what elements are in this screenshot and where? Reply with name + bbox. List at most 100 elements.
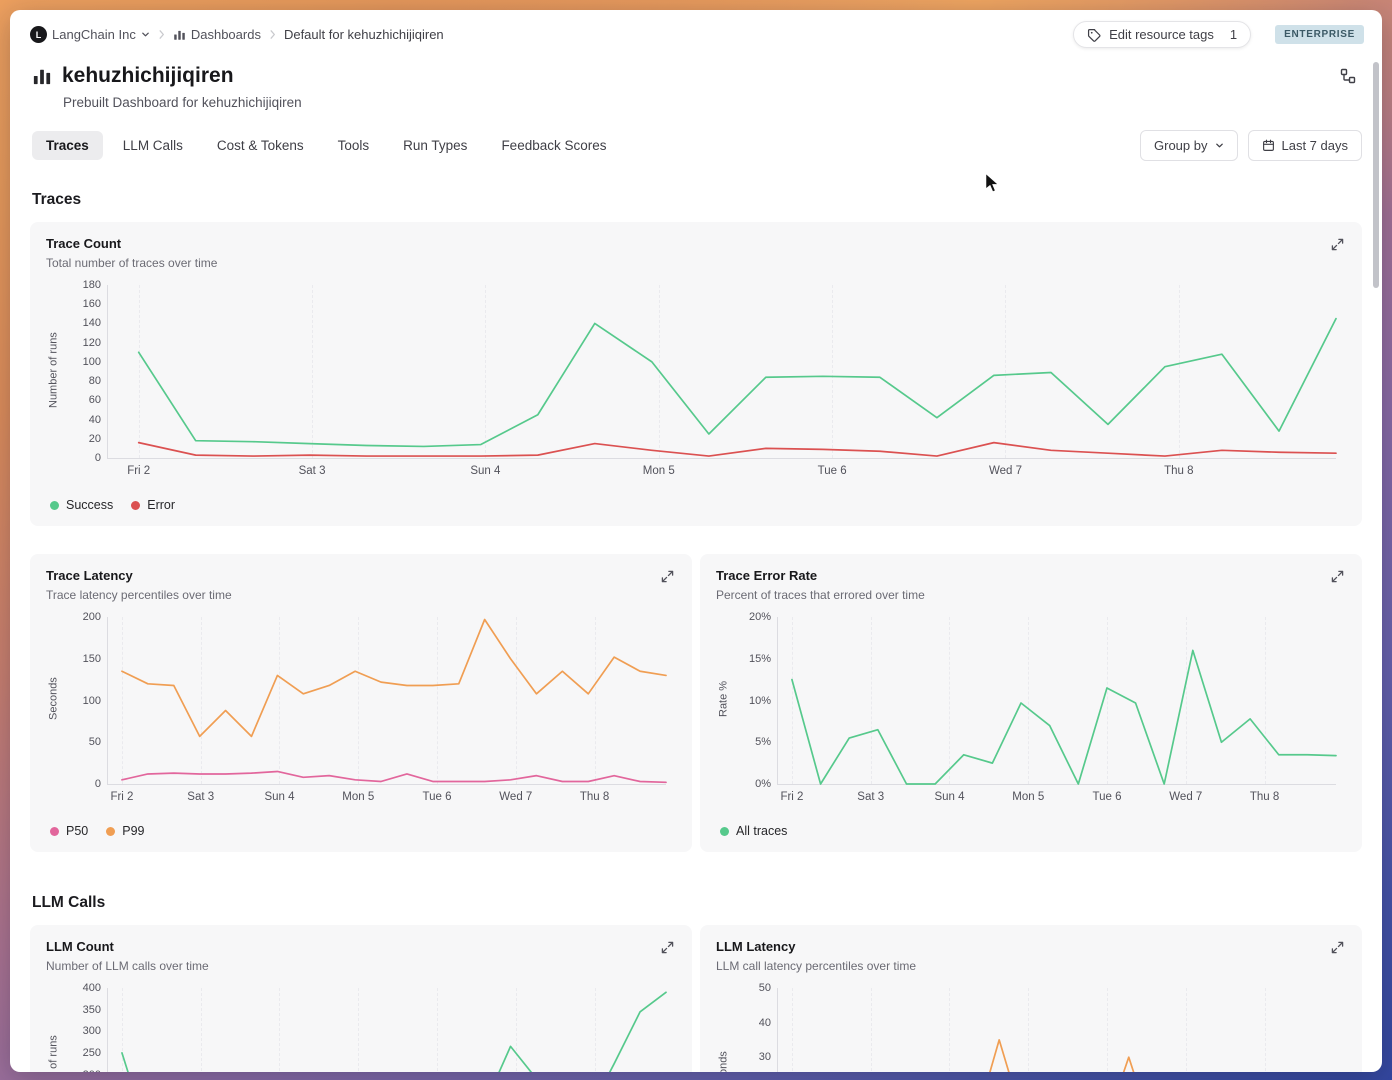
y-tick-label: 20% — [748, 611, 771, 623]
org-name: LangChain Inc — [52, 27, 136, 42]
expand-icon[interactable] — [1329, 568, 1346, 588]
breadcrumb: L LangChain Inc Dashboards Default for k… — [30, 26, 444, 43]
x-tick-label: Mon 5 — [642, 465, 675, 477]
trace-count-chart: Fri 2 Sat 3 Sun 4 Mon 5 Tue 6 Wed 7 Thu 8 0 20 40… — [61, 279, 1346, 486]
legend-dot-icon — [50, 500, 59, 510]
legend-dot-icon — [131, 500, 141, 510]
x-tick-label: Tue 6 — [422, 791, 452, 803]
y-tick-label: 80 — [88, 375, 101, 388]
y-tick-label: 15% — [748, 652, 771, 665]
y-tick-label: 60 — [88, 394, 101, 407]
chart-legend: Success Error — [50, 498, 1346, 512]
group-by-button[interactable]: Group by — [1140, 130, 1238, 161]
y-tick-label: 10% — [748, 694, 771, 707]
legend-dot-icon — [106, 826, 116, 836]
y-tick-label: 0 — [94, 778, 101, 790]
y-tick-label: 300 — [82, 1025, 101, 1038]
chevron-down-icon — [1215, 143, 1223, 148]
breadcrumb-dashboards[interactable]: Dashboards — [173, 27, 261, 42]
legend-label: All traces — [736, 824, 788, 838]
y-tick-label: 150 — [82, 652, 101, 665]
x-tick-label: Thu 8 — [1249, 791, 1280, 803]
org-avatar: L — [30, 26, 47, 43]
legend-item-all-traces[interactable]: All traces — [720, 824, 787, 838]
x-tick-label: Sat 3 — [298, 465, 326, 477]
y-tick-label: 40 — [758, 1016, 771, 1029]
tab-feedback-scores[interactable]: Feedback Scores — [487, 131, 620, 160]
tab-tools[interactable]: Tools — [324, 131, 384, 160]
date-range-button[interactable]: Last 7 days — [1247, 130, 1362, 161]
x-tick-label: Sun 4 — [264, 791, 295, 803]
card-subtitle: Total number of traces over time — [46, 256, 218, 270]
expand-icon[interactable] — [1329, 939, 1346, 959]
y-axis-label: Seconds — [716, 983, 731, 1072]
llm-latency-card: LLM Latency LLM call latency percentiles… — [700, 925, 1362, 1072]
y-axis-label: Rate % — [717, 680, 730, 718]
legend-dot-icon — [50, 826, 59, 836]
card-title: LLM Latency — [716, 939, 796, 954]
legend-item-p99[interactable]: P99 — [106, 824, 145, 838]
y-tick-label: 400 — [82, 982, 101, 994]
y-tick-label: 0 — [94, 452, 101, 464]
legend-dot-icon — [720, 826, 729, 836]
card-subtitle: LLM call latency percentiles over time — [716, 959, 917, 973]
plan-badge: ENTERPRISE — [1275, 25, 1364, 44]
page-title: kehuzhichijiqiren — [62, 64, 234, 87]
x-tick-label: Thu 8 — [579, 791, 610, 803]
bar-chart-icon — [33, 69, 51, 85]
y-tick-label: 40 — [88, 413, 101, 426]
expand-icon[interactable] — [1329, 236, 1346, 256]
y-tick-label: 350 — [82, 1003, 101, 1016]
expand-icon[interactable] — [659, 568, 676, 588]
top-bar: L LangChain Inc Dashboards Default for k… — [10, 10, 1382, 52]
dashboard-icon — [174, 30, 185, 40]
tab-run-types[interactable]: Run Types — [389, 131, 481, 160]
edit-resource-tags-label: Edit resource tags — [1109, 27, 1214, 42]
trace-error-rate-chart: Fri 2 Sat 3 Sun 4 Mon 5 Tue 6 Wed 7 Thu 8 0% 5% 1… — [731, 611, 1346, 812]
x-tick-label: Sat 3 — [857, 791, 885, 803]
x-tick-label: Mon 5 — [342, 791, 375, 803]
y-tick-label: 120 — [82, 336, 101, 349]
y-tick-label: 200 — [82, 611, 101, 623]
trace-latency-chart: Fri 2 Sat 3 Sun 4 Mon 5 Tue 6 Wed 7 Thu 8 0 50 10… — [61, 611, 676, 812]
legend-label: Error — [147, 498, 176, 512]
x-tick-label: Tue 6 — [817, 465, 847, 477]
x-tick-label: Fri 2 — [780, 791, 804, 803]
tab-bar: Traces LLM Calls Cost & Tokens Tools Run… — [10, 110, 1382, 161]
x-tick-label: Wed 7 — [1169, 791, 1203, 803]
x-tick-label: Sun 4 — [470, 465, 501, 477]
tab-traces[interactable]: Traces — [32, 131, 103, 160]
legend-label: Success — [66, 498, 114, 512]
chevron-down-icon — [142, 32, 149, 37]
y-tick-label: 0% — [755, 778, 771, 790]
y-tick-label: 100 — [82, 355, 101, 368]
y-axis-label: Seconds — [47, 677, 60, 721]
card-subtitle: Number of LLM calls over time — [46, 959, 209, 973]
tab-llm-calls[interactable]: LLM Calls — [109, 131, 197, 160]
llm-count-card: LLM Count Number of LLM calls over time … — [30, 925, 692, 1072]
section-title-traces: Traces — [32, 191, 82, 208]
page-header: kehuzhichijiqiren Prebuilt Dashboard for… — [10, 52, 1382, 110]
trace-count-card: Trace Count Total number of traces over … — [30, 222, 1362, 526]
legend-item-success[interactable]: Success — [50, 498, 113, 512]
y-tick-label: 5% — [755, 736, 771, 749]
y-tick-label: 180 — [82, 279, 101, 291]
breadcrumb-dashboards-label: Dashboards — [190, 27, 261, 42]
legend-item-p50[interactable]: P50 — [50, 824, 88, 838]
x-tick-label: Fri 2 — [127, 465, 151, 477]
tab-cost-tokens[interactable]: Cost & Tokens — [203, 131, 318, 160]
edit-resource-tags-button[interactable]: Edit resource tags 1 — [1073, 21, 1252, 48]
date-range-label: Last 7 days — [1281, 138, 1349, 153]
legend-item-error[interactable]: Error — [131, 498, 175, 512]
org-switcher[interactable]: L LangChain Inc — [30, 26, 150, 43]
x-tick-label: Mon 5 — [1012, 791, 1045, 803]
y-tick-label: 250 — [82, 1046, 101, 1059]
chart-legend: All traces — [720, 824, 1346, 838]
y-tick-label: 140 — [82, 317, 101, 330]
x-tick-label: Sun 4 — [934, 791, 965, 803]
vertical-scrollbar[interactable] — [1373, 62, 1379, 288]
dashboard-tree-icon[interactable] — [1336, 64, 1360, 91]
card-title: Trace Count — [46, 236, 122, 251]
expand-icon[interactable] — [659, 939, 676, 959]
x-tick-label: Wed 7 — [499, 791, 533, 803]
